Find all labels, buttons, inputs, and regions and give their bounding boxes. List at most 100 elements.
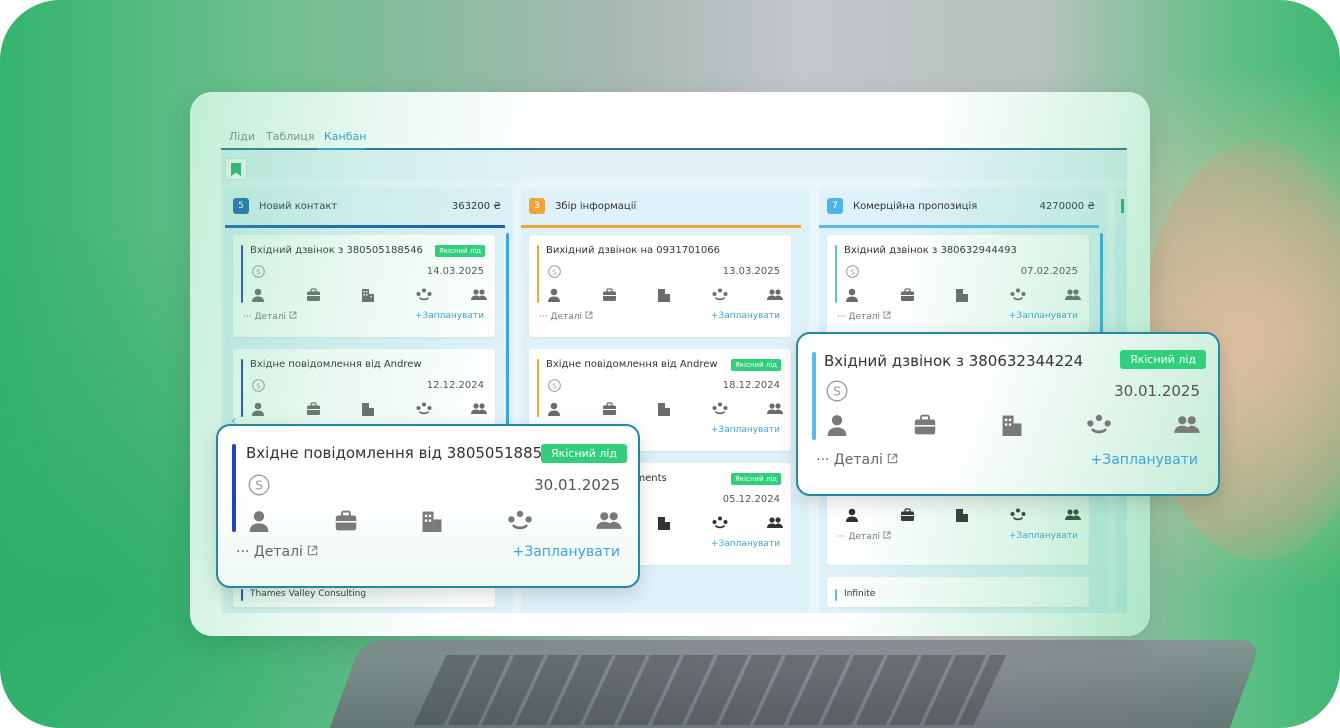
bookmark-button[interactable] — [225, 158, 247, 180]
column-title: Збір інформації — [555, 201, 637, 212]
person-icon[interactable] — [251, 287, 265, 306]
briefcase-icon[interactable] — [602, 401, 617, 420]
details-label: ··· Деталі — [243, 312, 287, 322]
users-icon[interactable] — [1065, 287, 1081, 306]
card-action-icons — [547, 287, 783, 303]
person-icon[interactable] — [826, 414, 848, 440]
group-icon[interactable] — [1010, 287, 1026, 306]
lead-card[interactable]: Вхідний дзвінок з 380505188546 Якісний л… — [233, 235, 495, 337]
card-details-link[interactable]: ··· Деталі — [837, 531, 891, 542]
schedule-button[interactable]: +Запланувати — [415, 311, 484, 321]
group-icon[interactable] — [712, 401, 728, 420]
building-icon[interactable] — [657, 287, 671, 306]
details-label: ··· Деталі — [539, 312, 583, 322]
coin-icon: S — [548, 379, 561, 392]
card-details-link[interactable]: ··· Деталі — [837, 311, 891, 322]
group-icon[interactable] — [1086, 414, 1112, 440]
quality-lead-badge: Якісний лід — [730, 359, 781, 371]
column-divider — [225, 225, 505, 228]
group-icon[interactable] — [507, 510, 533, 536]
users-icon[interactable] — [471, 401, 487, 420]
group-icon[interactable] — [1010, 507, 1026, 526]
card-title: Вхідний дзвінок з 380632344224 — [824, 352, 1084, 370]
external-link-icon — [585, 311, 593, 319]
schedule-button[interactable]: +Запланувати — [1009, 311, 1078, 321]
bookmark-icon — [231, 163, 241, 176]
card-accent-bar — [812, 352, 816, 440]
person-icon[interactable] — [845, 507, 859, 526]
users-icon[interactable] — [471, 287, 487, 306]
coin-icon: S — [846, 265, 859, 278]
card-details-link[interactable]: ··· Деталі — [243, 311, 297, 322]
group-icon[interactable] — [416, 287, 432, 306]
column-scrollbar[interactable] — [506, 233, 509, 433]
card-date: 13.03.2025 — [722, 266, 780, 277]
briefcase-icon[interactable] — [602, 287, 617, 306]
laptop-keyboard-photo — [413, 655, 1007, 725]
person-icon[interactable] — [547, 401, 561, 420]
column-title: Новий контакт — [259, 201, 338, 212]
highlighted-lead-card-left[interactable]: Вхідне повідомлення від 380505188546 Які… — [216, 424, 640, 588]
building-icon[interactable] — [657, 401, 671, 420]
lead-card[interactable]: Infinite — [827, 577, 1089, 607]
card-action-icons — [251, 401, 487, 417]
users-icon[interactable] — [596, 510, 622, 536]
lead-card[interactable]: Вхідний дзвінок з 380632944493 S 07.02.2… — [827, 235, 1089, 337]
schedule-button[interactable]: +Запланувати — [1091, 452, 1199, 468]
person-icon[interactable] — [547, 287, 561, 306]
external-link-icon — [289, 311, 297, 319]
building-icon[interactable] — [955, 287, 969, 306]
tab-leads[interactable]: Ліди — [229, 130, 255, 143]
person-icon[interactable] — [248, 510, 270, 536]
card-details-link[interactable]: ··· Деталі — [816, 452, 898, 468]
schedule-button[interactable]: +Запланувати — [1009, 531, 1078, 541]
coin-icon: S — [248, 474, 270, 496]
column-count-badge — [1121, 199, 1124, 213]
svg-text:S: S — [850, 268, 855, 276]
person-icon[interactable] — [845, 287, 859, 306]
card-action-icons — [251, 287, 487, 303]
building-icon[interactable] — [361, 401, 375, 420]
schedule-button[interactable]: +Запланувати — [513, 544, 621, 560]
briefcase-icon[interactable] — [913, 414, 937, 440]
building-icon[interactable] — [421, 510, 443, 536]
schedule-button[interactable]: +Запланувати — [711, 425, 780, 435]
briefcase-icon[interactable] — [900, 287, 915, 306]
view-tabs: Ліди Таблиця Канбан — [221, 123, 1127, 150]
highlighted-lead-card-right[interactable]: Вхідний дзвінок з 380632344224 Якісний л… — [796, 332, 1220, 496]
card-details-link[interactable]: ··· Деталі — [539, 311, 593, 322]
building-icon[interactable] — [657, 515, 671, 534]
users-icon[interactable] — [767, 515, 783, 534]
column-count-badge: 7 — [827, 198, 843, 214]
schedule-button[interactable]: +Запланувати — [711, 539, 780, 549]
group-icon[interactable] — [712, 287, 728, 306]
person-icon[interactable] — [251, 401, 265, 420]
building-icon[interactable] — [955, 507, 969, 526]
group-icon[interactable] — [416, 401, 432, 420]
group-icon[interactable] — [712, 515, 728, 534]
card-date: 07.02.2025 — [1020, 266, 1078, 277]
building-icon[interactable] — [1001, 414, 1023, 440]
card-title: Вхідне повідомлення від Andrew — [250, 359, 422, 370]
lead-card[interactable]: Вихідний дзвінок на 0931701066 S 13.03.2… — [529, 235, 791, 337]
briefcase-icon[interactable] — [334, 510, 358, 536]
building-icon[interactable] — [361, 287, 375, 306]
briefcase-icon[interactable] — [306, 287, 321, 306]
column-scrollbar[interactable] — [1100, 233, 1103, 343]
briefcase-icon[interactable] — [900, 507, 915, 526]
svg-text:S: S — [833, 385, 841, 399]
tab-kanban[interactable]: Канбан — [324, 130, 366, 143]
tab-table[interactable]: Таблиця — [266, 130, 315, 143]
schedule-button[interactable]: +Запланувати — [711, 311, 780, 321]
quality-lead-badge: Якісний лід — [541, 444, 627, 463]
users-icon[interactable] — [1174, 414, 1200, 440]
users-icon[interactable] — [1065, 507, 1081, 526]
card-date: 18.12.2024 — [722, 380, 780, 391]
users-icon[interactable] — [767, 401, 783, 420]
briefcase-icon[interactable] — [306, 401, 321, 420]
card-accent-bar — [835, 245, 837, 303]
users-icon[interactable] — [767, 287, 783, 306]
external-link-icon — [888, 453, 898, 464]
card-details-link[interactable]: ··· Деталі — [236, 544, 318, 560]
details-label: ··· Деталі — [236, 544, 303, 560]
